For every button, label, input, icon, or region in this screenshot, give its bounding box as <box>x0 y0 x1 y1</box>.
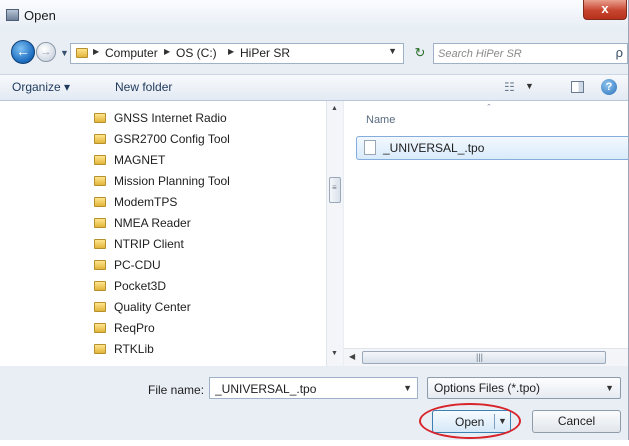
forward-button[interactable]: → <box>36 42 56 62</box>
dropdown-arrow-icon[interactable]: ▼ <box>403 383 412 393</box>
folder-label: GNSS Internet Radio <box>114 111 227 125</box>
organize-button[interactable]: Organize ▾ <box>12 80 70 94</box>
grip-icon: ≡ <box>332 183 337 192</box>
breadcrumb-arrow-icon[interactable]: ▶ <box>164 47 170 56</box>
window-icon <box>6 9 19 21</box>
folder-label: RTKLib <box>114 342 154 356</box>
folder-icon <box>94 302 106 312</box>
window-title: Open <box>24 8 56 23</box>
open-options-arrow-icon[interactable]: ▼ <box>498 416 507 426</box>
split-divider <box>494 414 495 429</box>
folder-icon <box>94 260 106 270</box>
folder-icon <box>94 176 106 186</box>
open-dialog: Open x ← → ▼ ▶ Computer ▶ OS (C:) ▶ HiPe… <box>0 0 629 440</box>
search-input[interactable] <box>438 46 598 61</box>
file-list: ⌃ Name _UNIVERSAL_.tpo <box>344 101 628 366</box>
folder-icon <box>94 197 106 207</box>
file-type-value: Options Files (*.tpo) <box>434 381 541 395</box>
file-name-combobox[interactable]: ▼ <box>209 377 418 399</box>
folder-label: Mission Planning Tool <box>114 174 230 188</box>
open-button-label: Open <box>455 415 485 429</box>
refresh-icon[interactable]: ↻ <box>409 43 431 64</box>
history-dropdown-icon[interactable]: ▼ <box>60 48 69 58</box>
scrollbar-thumb[interactable]: ≡ <box>329 177 341 203</box>
command-bar: Organize ▾ New folder ☷ ▼ ? <box>0 74 628 101</box>
file-name-input[interactable] <box>215 381 393 396</box>
folder-tree: GNSS Internet Radio GSR2700 Config Tool … <box>0 101 343 366</box>
breadcrumb-hiper-sr[interactable]: HiPer SR <box>240 46 290 60</box>
help-icon[interactable]: ? <box>601 79 617 95</box>
breadcrumb-os-drive[interactable]: OS (C:) <box>176 46 217 60</box>
file-icon <box>364 140 376 155</box>
open-button[interactable]: Open ▼ <box>432 410 511 433</box>
folder-label: Quality Center <box>114 300 191 314</box>
folder-icon <box>94 344 106 354</box>
folder-label: NTRIP Client <box>114 237 184 251</box>
file-item-selected[interactable]: _UNIVERSAL_.tpo <box>356 136 628 160</box>
cancel-button[interactable]: Cancel <box>532 410 621 433</box>
folder-icon <box>94 134 106 144</box>
scroll-up-icon[interactable]: ▲ <box>331 105 338 112</box>
file-type-select[interactable]: Options Files (*.tpo) ▼ <box>427 377 621 399</box>
dropdown-arrow-icon[interactable]: ▼ <box>605 383 614 393</box>
navigation-bar: ← → ▼ ▶ Computer ▶ OS (C:) ▶ HiPer SR ▼ … <box>0 36 628 68</box>
back-button[interactable]: ← <box>11 40 35 64</box>
dialog-footer: File name: ▼ Options Files (*.tpo) ▼ Ope… <box>0 366 628 440</box>
folder-icon <box>76 48 88 58</box>
address-dropdown-icon[interactable]: ▼ <box>388 46 397 56</box>
folder-label: MAGNET <box>114 153 166 167</box>
sort-arrow-icon: ⌃ <box>486 104 492 111</box>
grip-icon: ||| <box>476 352 484 362</box>
scrollbar-thumb[interactable]: ||| <box>362 351 606 364</box>
folder-icon <box>94 323 106 333</box>
breadcrumb-arrow-icon[interactable]: ▶ <box>93 47 99 56</box>
close-button[interactable]: x <box>583 0 627 20</box>
folder-icon <box>94 218 106 228</box>
change-view-icon[interactable]: ☷ <box>504 80 515 94</box>
folder-icon <box>94 239 106 249</box>
column-header-name[interactable]: Name <box>366 114 395 126</box>
address-bar[interactable]: ▶ Computer ▶ OS (C:) ▶ HiPer SR ▼ <box>70 43 404 64</box>
folder-label: PC-CDU <box>114 258 161 272</box>
preview-pane-icon[interactable] <box>571 81 584 93</box>
folder-icon <box>94 281 106 291</box>
search-box[interactable]: ρ <box>433 43 628 64</box>
view-dropdown-icon[interactable]: ▼ <box>525 81 534 91</box>
folder-label: GSR2700 Config Tool <box>114 132 230 146</box>
file-list-scrollbar[interactable]: ◀ ||| <box>344 348 628 366</box>
new-folder-button[interactable]: New folder <box>115 80 172 94</box>
file-label: _UNIVERSAL_.tpo <box>383 141 485 155</box>
folder-icon <box>94 155 106 165</box>
scroll-left-icon[interactable]: ◀ <box>349 352 355 361</box>
file-name-label: File name: <box>148 383 205 397</box>
folder-icon <box>94 113 106 123</box>
folder-label: NMEA Reader <box>114 216 191 230</box>
breadcrumb-arrow-icon[interactable]: ▶ <box>228 47 234 56</box>
folder-tree-scrollbar[interactable]: ▲ ≡ ▼ <box>326 101 343 366</box>
folder-label: Pocket3D <box>114 279 167 293</box>
title-bar: Open x <box>0 0 628 30</box>
scroll-down-icon[interactable]: ▼ <box>331 350 338 357</box>
folder-label: ModemTPS <box>114 195 178 209</box>
search-icon[interactable]: ρ <box>616 45 623 60</box>
folder-label: ReqPro <box>114 321 155 335</box>
breadcrumb-computer[interactable]: Computer <box>105 46 158 60</box>
